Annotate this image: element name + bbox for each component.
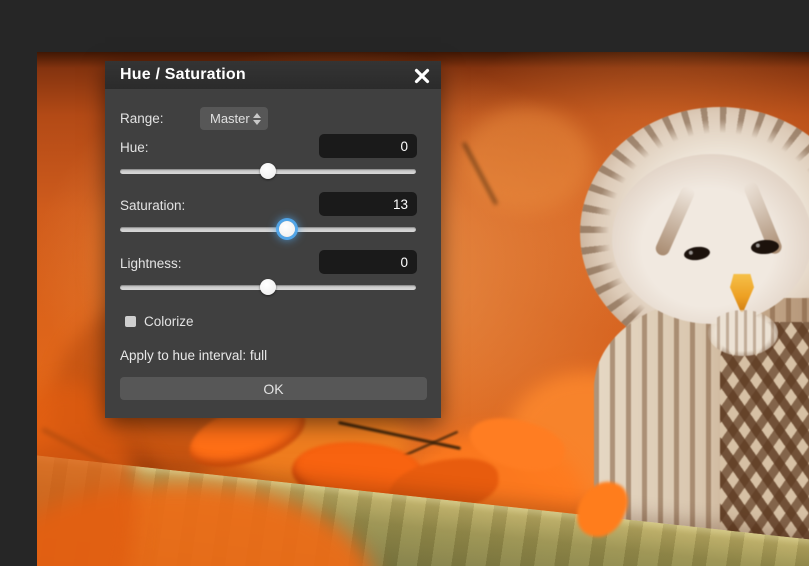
- colorize-checkbox[interactable]: [125, 316, 136, 327]
- saturation-label: Saturation:: [120, 198, 185, 213]
- colorize-checkbox-row[interactable]: Colorize: [125, 314, 194, 329]
- range-selected-value: Master: [210, 111, 253, 126]
- range-select[interactable]: Master: [200, 107, 268, 130]
- app-window: { "app": { "chrome_color": "#262626" }, …: [0, 0, 809, 566]
- hue-saturation-dialog: Hue / Saturation Range: Master Hue: Satu…: [105, 61, 441, 418]
- spinner-arrows-icon: [253, 113, 261, 125]
- lightness-slider[interactable]: [120, 278, 416, 296]
- owl: [542, 92, 809, 552]
- lightness-label: Lightness:: [120, 256, 182, 271]
- hue-slider[interactable]: [120, 162, 416, 180]
- hue-slider-handle[interactable]: [260, 163, 276, 179]
- ok-button[interactable]: OK: [120, 377, 427, 400]
- saturation-slider-handle[interactable]: [279, 221, 295, 237]
- colorize-label: Colorize: [144, 314, 194, 329]
- saturation-slider-track[interactable]: [120, 227, 416, 232]
- close-button[interactable]: [411, 65, 433, 87]
- range-label: Range:: [120, 111, 164, 126]
- dialog-title: Hue / Saturation: [105, 66, 246, 84]
- apply-hue-interval-text: Apply to hue interval: full: [120, 348, 267, 363]
- dialog-titlebar[interactable]: Hue / Saturation: [105, 61, 441, 89]
- lightness-input[interactable]: [319, 250, 417, 274]
- owl-wing: [720, 322, 809, 552]
- saturation-slider[interactable]: [120, 220, 416, 238]
- close-icon: [414, 68, 430, 84]
- saturation-input[interactable]: [319, 192, 417, 216]
- lightness-slider-handle[interactable]: [260, 279, 276, 295]
- hue-label: Hue:: [120, 140, 149, 155]
- hue-input[interactable]: [319, 134, 417, 158]
- owl-chin-feathers: [708, 310, 778, 356]
